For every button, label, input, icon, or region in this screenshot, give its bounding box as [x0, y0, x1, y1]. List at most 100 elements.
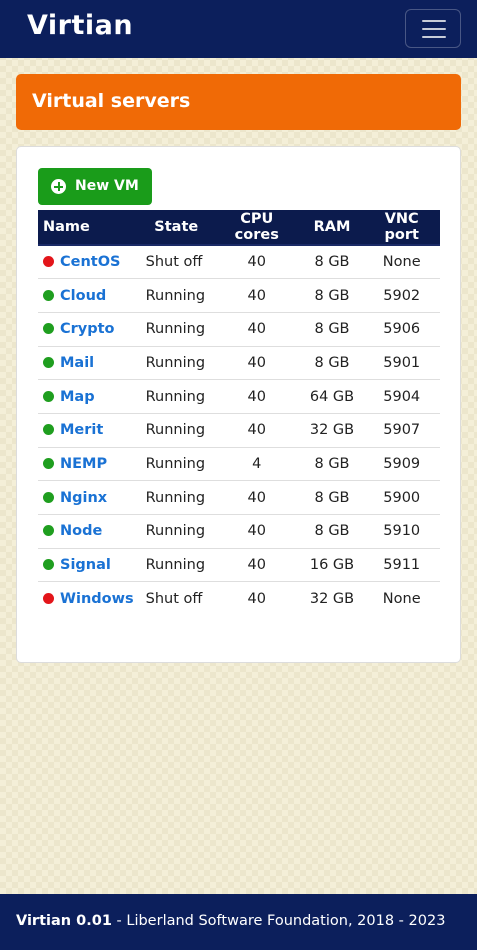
cell-name: Crypto [38, 311, 140, 347]
status-dot-icon [43, 356, 54, 368]
new-vm-label: New VM [75, 178, 139, 194]
column-header-ram: RAM [300, 210, 364, 246]
cell-vnc-port: 5900 [363, 480, 440, 515]
table-header-row: Name State CPU cores RAM VNC port [38, 210, 440, 246]
table-row: Map Running 40 64 GB 5904 [38, 379, 440, 414]
column-header-cpu: CPU cores [212, 210, 301, 246]
cell-state: Running [139, 412, 213, 448]
cell-cpu-cores: 40 [212, 547, 301, 582]
cell-ram: 16 GB [300, 547, 364, 582]
footer-credit: - Liberland Software Foundation, 2018 - … [111, 913, 446, 929]
status-dot-icon [43, 289, 54, 301]
cell-ram: 8 GB [300, 311, 364, 347]
table-row: Crypto Running 40 8 GB 5906 [38, 311, 440, 347]
cell-state: Running [139, 379, 213, 414]
vm-name-link[interactable]: Nginx [60, 490, 107, 506]
vm-name-link[interactable]: NEMP [60, 456, 107, 472]
footer-app-version: Virtian 0.01 [16, 913, 112, 929]
table-row: Mail Running 40 8 GB 5901 [38, 345, 440, 380]
cell-ram: 8 GB [300, 480, 364, 515]
cell-cpu-cores: 40 [212, 412, 301, 448]
cell-cpu-cores: 40 [212, 244, 301, 279]
cell-cpu-cores: 40 [212, 311, 301, 347]
cell-vnc-port: 5907 [363, 412, 440, 448]
column-header-vnc: VNC port [363, 210, 440, 246]
vm-name-link[interactable]: Mail [60, 355, 94, 371]
status-dot-icon [43, 424, 54, 436]
cell-state: Running [139, 311, 213, 347]
table-row: CentOS Shut off 40 8 GB None [38, 244, 440, 279]
cell-ram: 8 GB [300, 244, 364, 279]
page-header-banner: Virtual servers [16, 74, 461, 130]
cell-state: Running [139, 480, 213, 515]
cell-vnc-port: None [363, 244, 440, 279]
status-dot-icon [43, 323, 54, 335]
table-row: Node Running 40 8 GB 5910 [38, 514, 440, 549]
vm-name-link[interactable]: Crypto [60, 321, 115, 337]
cell-name: Signal [38, 547, 140, 582]
page-title: Virtual servers [32, 90, 191, 112]
cell-cpu-cores: 40 [212, 379, 301, 414]
vm-name-link[interactable]: Node [60, 523, 102, 539]
cell-name: Merit [38, 412, 140, 448]
cell-ram: 32 GB [300, 412, 364, 448]
cell-state: Running [139, 514, 213, 549]
brand-logo[interactable]: Virtian [27, 10, 133, 41]
cell-cpu-cores: 40 [212, 581, 301, 616]
footer-text: Virtian 0.01 - Liberland Software Founda… [16, 913, 445, 929]
status-dot-icon [43, 390, 54, 402]
cell-cpu-cores: 40 [212, 345, 301, 380]
vm-name-link[interactable]: CentOS [60, 254, 121, 270]
cell-vnc-port: 5904 [363, 379, 440, 414]
cell-state: Running [139, 547, 213, 582]
cell-name: Nginx [38, 480, 140, 515]
vm-table-body: CentOS Shut off 40 8 GB None Cloud Running 40 8 … [38, 244, 440, 616]
footer: Virtian 0.01 - Liberland Software Founda… [0, 894, 477, 950]
plus-circle-icon [51, 179, 66, 194]
vm-table: Name State CPU cores RAM VNC port CentOS… [38, 210, 440, 616]
cell-ram: 8 GB [300, 345, 364, 380]
cell-cpu-cores: 40 [212, 480, 301, 515]
cell-vnc-port: 5902 [363, 278, 440, 313]
cell-ram: 64 GB [300, 379, 364, 414]
vm-name-link[interactable]: Map [60, 389, 95, 405]
status-dot-icon [43, 491, 54, 503]
cell-name: Node [38, 514, 140, 549]
status-dot-icon [43, 525, 54, 537]
cell-state: Shut off [139, 581, 213, 616]
column-header-state: State [139, 210, 213, 246]
status-dot-icon [43, 457, 54, 469]
vm-name-link[interactable]: Merit [60, 422, 103, 438]
cell-vnc-port: 5906 [363, 311, 440, 347]
cell-ram: 8 GB [300, 446, 364, 481]
menu-toggle-button[interactable] [405, 9, 461, 48]
table-row: NEMP Running 4 8 GB 5909 [38, 446, 440, 481]
cell-vnc-port: 5910 [363, 514, 440, 549]
cell-vnc-port: 5909 [363, 446, 440, 481]
cell-cpu-cores: 4 [212, 446, 301, 481]
cell-vnc-port: None [363, 581, 440, 616]
cell-name: Windows [38, 581, 140, 616]
cell-cpu-cores: 40 [212, 514, 301, 549]
column-header-name: Name [38, 210, 140, 246]
cell-ram: 32 GB [300, 581, 364, 616]
table-row: Merit Running 40 32 GB 5907 [38, 412, 440, 448]
cell-state: Running [139, 446, 213, 481]
cell-state: Running [139, 278, 213, 313]
servers-card: New VM Name State CPU cores RAM VNC port… [16, 146, 461, 663]
cell-vnc-port: 5901 [363, 345, 440, 380]
cell-name: Mail [38, 345, 140, 380]
navbar: Virtian [0, 0, 477, 58]
vm-name-link[interactable]: Cloud [60, 288, 106, 304]
table-row: Nginx Running 40 8 GB 5900 [38, 480, 440, 515]
table-row: Cloud Running 40 8 GB 5902 [38, 278, 440, 313]
vm-name-link[interactable]: Windows [60, 591, 134, 607]
table-row: Windows Shut off 40 32 GB None [38, 581, 440, 616]
vm-name-link[interactable]: Signal [60, 557, 111, 573]
status-dot-icon [43, 592, 54, 604]
cell-name: Map [38, 379, 140, 414]
cell-ram: 8 GB [300, 514, 364, 549]
new-vm-button[interactable]: New VM [38, 168, 152, 205]
cell-vnc-port: 5911 [363, 547, 440, 582]
cell-state: Running [139, 345, 213, 380]
